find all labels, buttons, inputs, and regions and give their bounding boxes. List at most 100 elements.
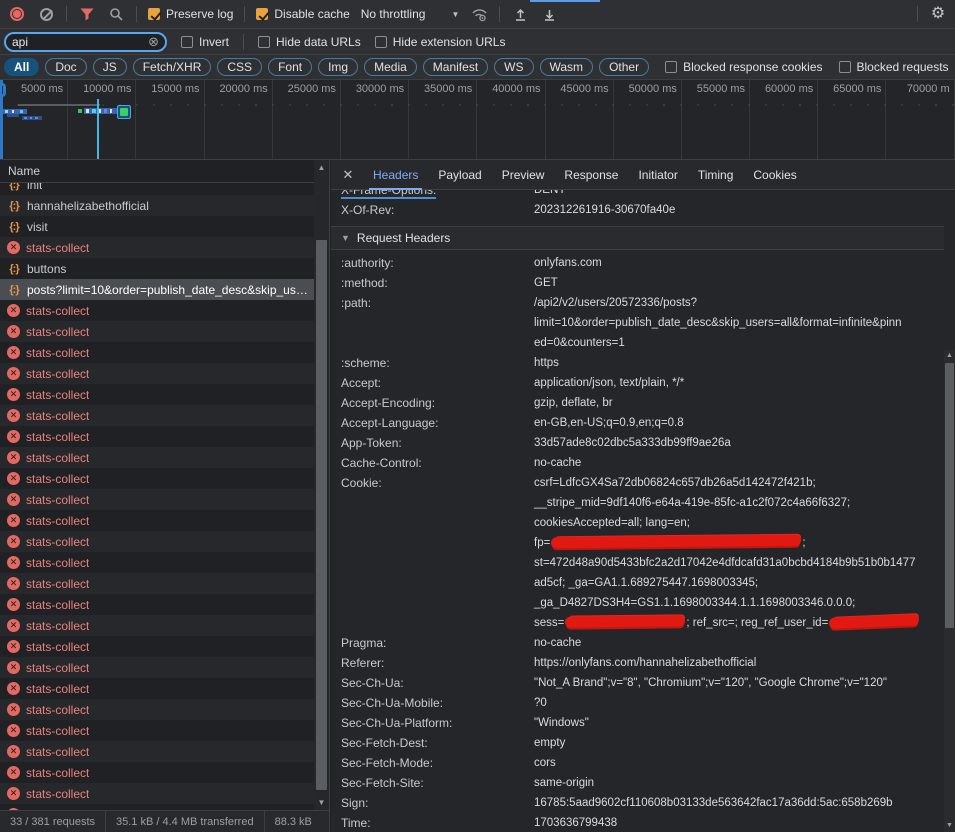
- header-value-line: st=472d48a90d5433bfc2a2d17042e4dfdcafd31…: [534, 553, 944, 573]
- type-filter-pill-wasm[interactable]: Wasm: [540, 58, 594, 76]
- scrollbar-up-arrow[interactable]: ▲: [314, 160, 329, 175]
- error-icon: [7, 493, 20, 506]
- request-row[interactable]: stats-collect: [0, 552, 314, 573]
- request-row[interactable]: stats-collect: [0, 342, 314, 363]
- type-filter-pill-fetch-xhr[interactable]: Fetch/XHR: [133, 58, 212, 76]
- disable-cache-label: Disable cache: [274, 7, 349, 21]
- request-row[interactable]: stats-collect: [0, 657, 314, 678]
- settings-gear-icon[interactable]: ⚙: [929, 5, 947, 23]
- preserve-log-label: Preserve log: [166, 7, 233, 21]
- request-row[interactable]: stats-collect: [0, 237, 314, 258]
- type-filter-pill-doc[interactable]: Doc: [45, 58, 86, 76]
- preserve-log-checkbox[interactable]: Preserve log: [148, 7, 233, 21]
- request-row[interactable]: stats-collect: [0, 531, 314, 552]
- timeline-handle-knob[interactable]: [0, 83, 6, 97]
- error-icon: [7, 619, 20, 632]
- request-row[interactable]: stats-collect: [0, 300, 314, 321]
- waterfall-bar: [5, 110, 8, 113]
- scrollbar-thumb[interactable]: [945, 363, 954, 628]
- header-value-line: sess=; ref_src=; reg_ref_user_id=: [534, 613, 944, 633]
- more-filter-checkbox[interactable]: Blocked response cookies: [665, 60, 822, 74]
- request-row[interactable]: {:}buttons: [0, 258, 314, 279]
- filter-input[interactable]: [12, 35, 144, 49]
- disable-cache-checkbox[interactable]: Disable cache: [256, 7, 349, 21]
- scrollbar-thumb[interactable]: [316, 240, 327, 790]
- clear-log-icon[interactable]: [37, 5, 55, 23]
- request-row[interactable]: {:}visit: [0, 216, 314, 237]
- more-filter-checkbox[interactable]: Blocked requests: [839, 60, 949, 74]
- waterfall-bar: [86, 109, 89, 113]
- type-filter-pill-media[interactable]: Media: [364, 58, 417, 76]
- invert-label: Invert: [199, 35, 229, 49]
- request-row[interactable]: {:}init: [0, 183, 314, 195]
- search-icon[interactable]: [107, 5, 125, 23]
- scrollbar-down-arrow[interactable]: ▼: [944, 820, 955, 832]
- request-name: stats-collect: [26, 346, 89, 360]
- record-icon[interactable]: [8, 5, 26, 23]
- request-list-scrollbar[interactable]: ▲ ▼: [314, 160, 329, 810]
- tab-preview[interactable]: Preview: [492, 160, 555, 190]
- tab-cookies[interactable]: Cookies: [743, 160, 806, 190]
- request-row[interactable]: {:}hannahelizabethofficial: [0, 195, 314, 216]
- request-row[interactable]: stats-collect: [0, 468, 314, 489]
- type-filter-pill-font[interactable]: Font: [268, 58, 312, 76]
- export-har-icon[interactable]: [540, 5, 558, 23]
- type-filter-pill-all[interactable]: All: [4, 58, 39, 76]
- timeline-overview[interactable]: 5000 ms10000 ms15000 ms20000 ms25000 ms3…: [0, 80, 955, 160]
- request-row[interactable]: stats-collect: [0, 636, 314, 657]
- request-row[interactable]: stats-collect: [0, 762, 314, 783]
- invert-checkbox[interactable]: Invert: [181, 35, 229, 49]
- request-row[interactable]: stats-collect: [0, 741, 314, 762]
- header-value-line: cookiesAccepted=all; lang=en;: [534, 513, 944, 533]
- type-filter-pill-js[interactable]: JS: [93, 58, 127, 76]
- type-filter-pill-img[interactable]: Img: [318, 58, 358, 76]
- request-row[interactable]: stats-collect: [0, 615, 314, 636]
- hide-extension-urls-checkbox[interactable]: Hide extension URLs: [375, 35, 506, 49]
- scrollbar-up-arrow[interactable]: ▲: [944, 350, 955, 362]
- import-har-icon[interactable]: [511, 5, 529, 23]
- clear-filter-icon[interactable]: ⊗: [148, 35, 159, 48]
- tab-response[interactable]: Response: [554, 160, 628, 190]
- request-row[interactable]: stats-collect: [0, 384, 314, 405]
- network-conditions-icon[interactable]: [470, 5, 488, 23]
- hide-data-urls-checkbox[interactable]: Hide data URLs: [258, 35, 361, 49]
- type-filter-pill-ws[interactable]: WS: [494, 58, 533, 76]
- error-icon: [7, 766, 20, 779]
- error-icon: [7, 577, 20, 590]
- request-row[interactable]: stats-collect: [0, 510, 314, 531]
- throttling-select[interactable]: No throttling ▼: [361, 7, 460, 21]
- tab-payload[interactable]: Payload: [428, 160, 491, 190]
- request-row[interactable]: stats-collect: [0, 321, 314, 342]
- tab-headers[interactable]: Headers: [363, 160, 428, 190]
- request-headers-section[interactable]: ▼ Request Headers: [331, 226, 944, 250]
- request-row[interactable]: stats-collect: [0, 783, 314, 804]
- request-row[interactable]: stats-collect: [0, 447, 314, 468]
- type-filter-pill-css[interactable]: CSS: [217, 58, 262, 76]
- request-row[interactable]: stats-collect: [0, 573, 314, 594]
- timeline-tick-label: 35000 ms: [424, 83, 472, 95]
- type-filter-pill-manifest[interactable]: Manifest: [423, 58, 488, 76]
- close-details-icon[interactable]: ✕: [337, 167, 359, 183]
- header-value: no-cache: [534, 453, 944, 473]
- request-row[interactable]: stats-collect: [0, 678, 314, 699]
- header-value-line: ed=0&counters=1: [534, 333, 944, 353]
- request-row[interactable]: stats-collect: [0, 594, 314, 615]
- header-value-line: "Not_A Brand";v="8", "Chromium";v="120",…: [534, 673, 944, 693]
- timeline-tick: 60000 ms: [750, 80, 818, 159]
- request-row[interactable]: stats-collect: [0, 489, 314, 510]
- details-scrollbar[interactable]: ▲ ▼: [944, 350, 955, 832]
- more-filter-label: Blocked response cookies: [683, 60, 822, 74]
- scrollbar-down-arrow[interactable]: ▼: [314, 795, 329, 810]
- request-row[interactable]: stats-collect: [0, 699, 314, 720]
- name-column-header[interactable]: Name: [0, 160, 329, 183]
- header-value: "Not_A Brand";v="8", "Chromium";v="120",…: [534, 673, 944, 693]
- request-row[interactable]: stats-collect: [0, 426, 314, 447]
- tab-timing[interactable]: Timing: [688, 160, 744, 190]
- type-filter-pill-other[interactable]: Other: [599, 58, 649, 76]
- request-row[interactable]: stats-collect: [0, 363, 314, 384]
- tab-initiator[interactable]: Initiator: [628, 160, 687, 190]
- request-row[interactable]: stats-collect: [0, 405, 314, 426]
- request-row[interactable]: stats-collect: [0, 720, 314, 741]
- request-row[interactable]: {:}posts?limit=10&order=publish_date_des…: [0, 279, 314, 300]
- filter-icon[interactable]: [78, 5, 96, 23]
